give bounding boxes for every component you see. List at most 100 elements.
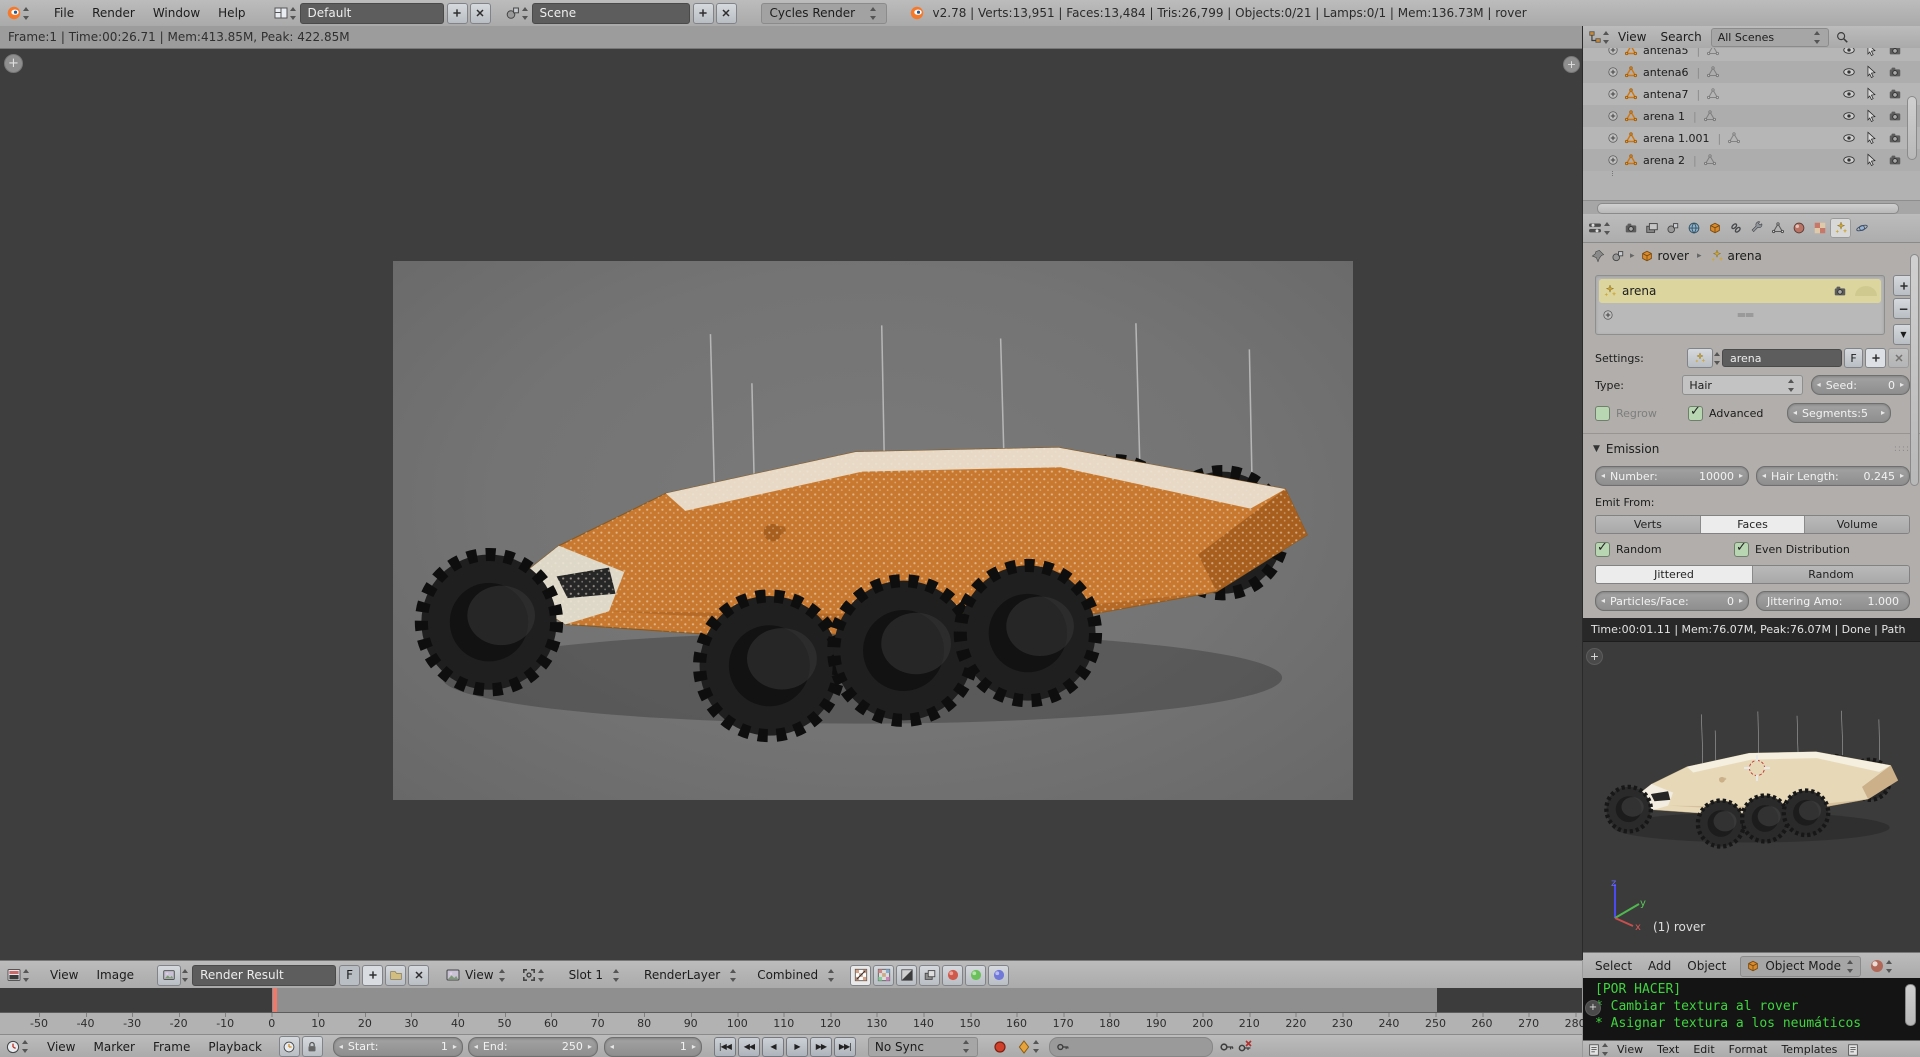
channel-red-button[interactable] — [942, 965, 963, 986]
text-editor-menu-item[interactable]: Format — [1722, 1043, 1775, 1056]
text-editor-vscrollbar[interactable] — [1905, 984, 1916, 1026]
play-button[interactable]: ▶ — [786, 1037, 808, 1057]
viewport-region-expand[interactable]: + — [1586, 648, 1603, 665]
text-editor[interactable]: [POR HACER]* Cambiar textura al rover* A… — [1583, 978, 1920, 1040]
view-mode-selector[interactable]: View — [461, 968, 497, 982]
random-dist-button[interactable]: Random — [1753, 566, 1909, 583]
tab-texture[interactable] — [1809, 218, 1830, 238]
jump-to-end-button[interactable]: ▶▶| — [834, 1037, 856, 1057]
fake-user-button[interactable]: F — [339, 965, 360, 986]
object-name[interactable]: arena 1 — [1643, 110, 1685, 123]
tab-data[interactable] — [1767, 218, 1788, 238]
selectability-icon[interactable] — [1864, 153, 1878, 167]
outliner-item-row[interactable]: antena5 | — [1583, 48, 1920, 61]
object-name[interactable]: antena6 — [1643, 66, 1689, 79]
tab-material[interactable] — [1788, 218, 1809, 238]
tab-world[interactable] — [1683, 218, 1704, 238]
text-editor-stepper[interactable] — [1601, 1042, 1610, 1057]
image-editor-menu-item[interactable]: View — [41, 968, 87, 982]
timeline-menu-item[interactable]: Marker — [84, 1040, 143, 1054]
renderability-icon[interactable] — [1888, 48, 1902, 57]
text-editor-icon[interactable] — [1587, 1043, 1601, 1057]
tab-render-layers[interactable] — [1641, 218, 1662, 238]
timeline-editor-icon[interactable] — [5, 1039, 21, 1055]
timeline-menu-item[interactable]: Playback — [199, 1040, 271, 1054]
text-editor-line[interactable]: * Asignar textura a los neumáticos — [1595, 1016, 1920, 1033]
text-editor-menu-item[interactable]: Edit — [1686, 1043, 1721, 1056]
blender-logo-icon[interactable] — [6, 5, 22, 21]
outliner-item-row[interactable]: arena 1.001 | — [1583, 127, 1920, 149]
keying-set-icon[interactable] — [1016, 1039, 1032, 1055]
render-engine-selector[interactable]: Cycles Render — [761, 3, 887, 24]
emit-volume-button[interactable]: Volume — [1805, 516, 1909, 533]
outliner-item-row[interactable]: antena7 | — [1583, 83, 1920, 105]
renderability-icon[interactable] — [1888, 131, 1902, 145]
advanced-checkbox[interactable] — [1688, 406, 1703, 421]
image-name-field[interactable]: Render Result — [192, 965, 336, 986]
particle-type-selector[interactable]: Hair — [1682, 375, 1802, 395]
breadcrumb-object[interactable]: rover — [1658, 249, 1689, 263]
viewport-menu-item[interactable]: Object — [1679, 959, 1734, 973]
selectability-icon[interactable] — [1864, 65, 1878, 79]
lock-time-button[interactable] — [302, 1036, 323, 1057]
topbar-menu-item[interactable]: Render — [83, 6, 144, 20]
timeline-menu-item[interactable]: View — [38, 1040, 84, 1054]
object-name[interactable]: arena 2 — [1643, 154, 1685, 167]
unlink-image-button[interactable] — [408, 965, 429, 986]
outliner-editor-stepper[interactable] — [1602, 30, 1611, 45]
viewport-menu-item[interactable]: Add — [1640, 959, 1679, 973]
visibility-eye-icon[interactable] — [1842, 109, 1856, 123]
render-pass-selector[interactable]: Combined — [748, 968, 827, 982]
object-name[interactable]: antena5 — [1643, 48, 1689, 57]
editor-type-stepper[interactable] — [22, 6, 31, 21]
visibility-eye-icon[interactable] — [1842, 65, 1856, 79]
layout-stepper[interactable] — [289, 6, 298, 21]
visibility-eye-icon[interactable] — [1842, 87, 1856, 101]
delete-layout-button[interactable] — [470, 3, 491, 24]
even-distribution-checkbox[interactable] — [1734, 542, 1749, 557]
visibility-eye-icon[interactable] — [1842, 131, 1856, 145]
renderability-icon[interactable] — [1888, 109, 1902, 123]
next-keyframe-button[interactable]: ▶▶ — [810, 1037, 832, 1057]
particle-slot-active[interactable]: arena — [1599, 279, 1881, 303]
start-frame-field[interactable]: ◂Start:1▸ — [333, 1037, 463, 1057]
display-layer-button[interactable] — [919, 965, 940, 986]
settings-stepper[interactable] — [1713, 351, 1722, 366]
image-editor-menu-item[interactable]: Image — [87, 968, 143, 982]
panel-grip-icon[interactable]: :::: — [1894, 444, 1910, 454]
auto-keyframe-icon[interactable] — [992, 1039, 1008, 1055]
insert-keyframe-icon[interactable] — [1219, 1039, 1235, 1055]
selectability-icon[interactable] — [1864, 131, 1878, 145]
viewport-3d[interactable]: Time:00:01.11 | Mem:76.07M, Peak:76.07M … — [1583, 618, 1920, 952]
display-zbuffer-button[interactable] — [896, 965, 917, 986]
region-expand-button[interactable]: + — [4, 54, 23, 73]
tab-particles[interactable] — [1830, 218, 1851, 238]
number-field[interactable]: ◂Number:10000▸ — [1595, 466, 1749, 486]
render-toggle-icon[interactable] — [1833, 284, 1847, 298]
properties-vscrollbar[interactable] — [1910, 254, 1919, 486]
keying-stepper[interactable] — [1032, 1039, 1041, 1054]
seed-field[interactable]: ◂Seed:0▸ — [1811, 375, 1910, 395]
outliner-editor-icon[interactable] — [1588, 30, 1602, 44]
channel-blue-button[interactable] — [988, 965, 1009, 986]
particle-settings-browse[interactable] — [1687, 348, 1713, 368]
visibility-eye-icon[interactable] — [1842, 153, 1856, 167]
play-reverse-button[interactable]: ◀ — [762, 1037, 784, 1057]
random-checkbox[interactable] — [1595, 542, 1610, 557]
use-preview-range-button[interactable] — [279, 1036, 300, 1057]
layout-selector[interactable]: Default — [300, 3, 444, 24]
settings-new-button[interactable] — [1865, 348, 1886, 368]
delete-scene-button[interactable] — [716, 3, 737, 24]
add-scene-button[interactable] — [693, 3, 714, 24]
new-image-button[interactable] — [362, 965, 383, 986]
outliner-item-row[interactable]: arena 2 | — [1583, 149, 1920, 171]
search-icon[interactable] — [1835, 30, 1849, 44]
screen-layout-icon[interactable] — [273, 5, 289, 21]
expand-icon[interactable] — [1607, 88, 1619, 100]
properties-editor-icon[interactable] — [1587, 220, 1603, 236]
settings-unlink-button[interactable] — [1888, 348, 1909, 368]
text-editor-menu-item[interactable]: Templates — [1774, 1043, 1844, 1056]
slot-selector[interactable]: Slot 1 — [560, 968, 612, 982]
particle-settings-name-field[interactable]: arena — [1722, 349, 1842, 367]
outliner-item-row[interactable]: antena6 | — [1583, 61, 1920, 83]
